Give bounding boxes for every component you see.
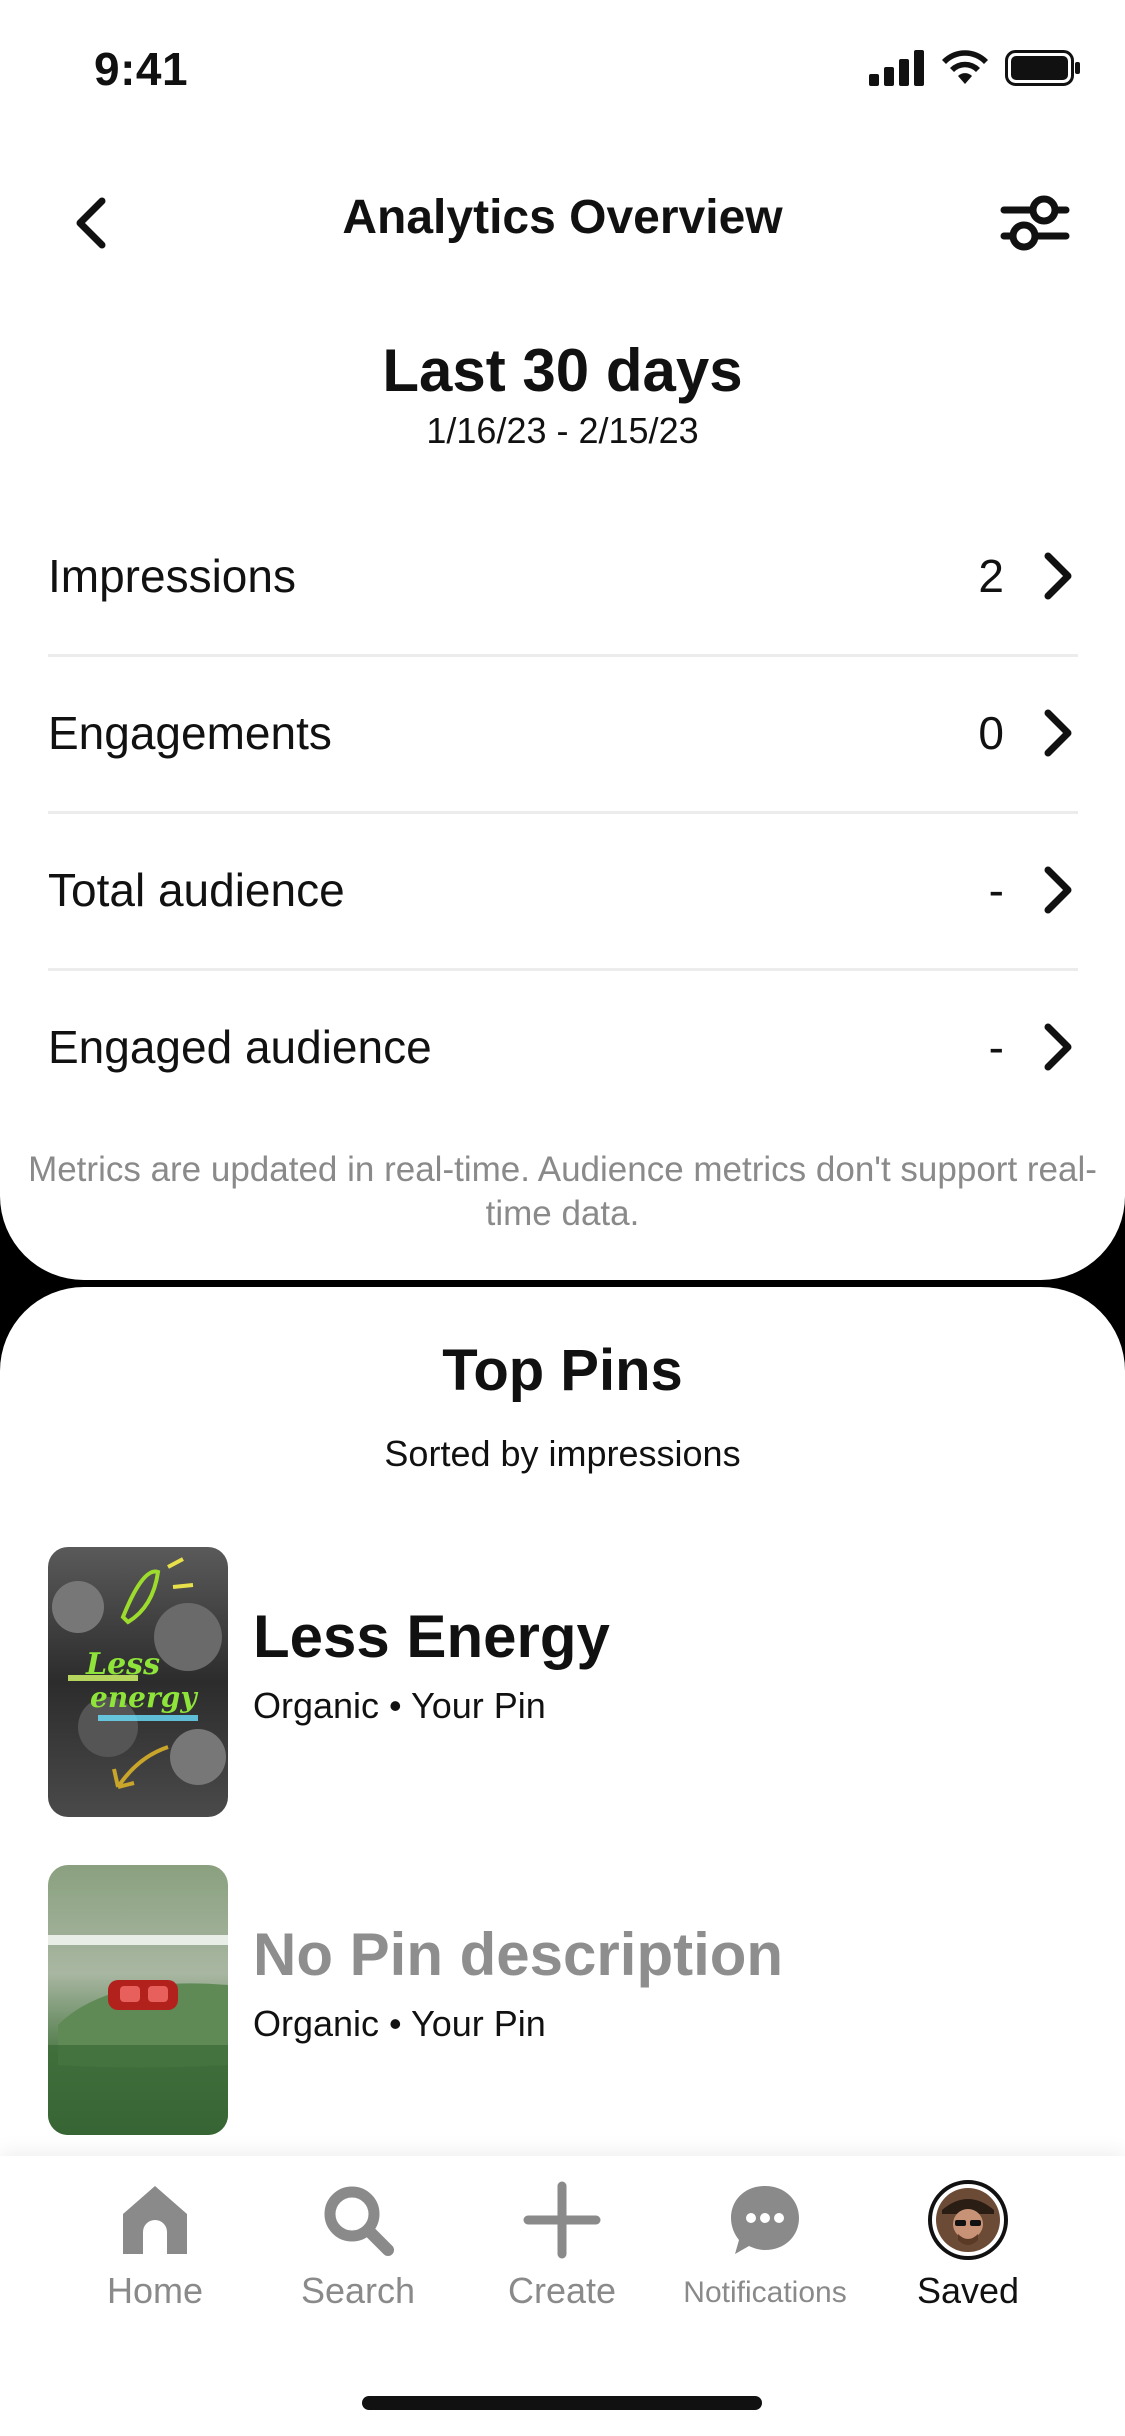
analytics-card: 9:41 Analytics Overview Last 30 days 1/1… — [0, 0, 1125, 1280]
pin-title: No Pin description — [253, 1921, 784, 1988]
date-range-title: Last 30 days — [382, 337, 743, 404]
section-subtitle: Sorted by impressions — [384, 1433, 741, 1474]
nav-create[interactable]: Create — [462, 2180, 662, 2312]
date-range-dates: 1/16/23 - 2/15/23 — [426, 410, 699, 451]
nav-label: Create — [507, 2270, 617, 2311]
home-icon — [123, 2186, 187, 2254]
thumb-text-less: Less — [86, 1647, 160, 1682]
status-time: 9:41 — [94, 43, 189, 95]
chevron-right-icon — [1044, 552, 1072, 600]
metric-row-total-audience[interactable]: Total audience - — [48, 812, 1078, 971]
metric-label: Impressions — [48, 550, 296, 602]
pin-item-less-energy[interactable]: Less energy Less Energy Organic • Your P… — [48, 1547, 1125, 1817]
status-bar: 9:41 — [0, 0, 1125, 140]
chevron-right-icon — [1044, 866, 1072, 914]
nav-search[interactable]: Search — [258, 2180, 458, 2312]
nav-notifications[interactable]: Notifications — [665, 2180, 865, 2310]
pin-item-no-description[interactable]: No Pin description Organic • Your Pin — [48, 1865, 1125, 2135]
thumb-text-energy: energy — [90, 1681, 197, 1714]
metric-value: - — [988, 864, 1004, 916]
metric-value: - — [988, 1021, 1004, 1073]
chevron-right-icon — [1044, 709, 1072, 757]
metric-row-engagements[interactable]: Engagements 0 — [48, 655, 1078, 814]
section-title: Top Pins — [442, 1338, 683, 1403]
home-indicator[interactable] — [362, 2396, 762, 2410]
nav-label: Home — [106, 2270, 204, 2311]
pin-meta: Organic • Your Pin — [253, 1685, 546, 1726]
metric-row-impressions[interactable]: Impressions 2 — [48, 498, 1078, 657]
avatar — [928, 2180, 1008, 2260]
nav-label: Notifications — [683, 2276, 847, 2309]
nav-label: Search — [300, 2270, 416, 2311]
pin-title: Less Energy — [253, 1603, 610, 1670]
chevron-right-icon — [1044, 1023, 1072, 1071]
pin-thumbnail — [48, 1865, 228, 2135]
pin-thumbnail: Less energy — [48, 1547, 228, 1817]
filter-sliders-icon[interactable] — [1000, 190, 1070, 256]
plus-icon — [523, 2181, 601, 2259]
status-icons — [869, 50, 1081, 86]
metrics-note: Metrics are updated in real-time. Audien… — [28, 1150, 1097, 1233]
page-title: Analytics Overview — [342, 191, 783, 244]
metric-label: Engagements — [48, 707, 332, 759]
pin-meta: Organic • Your Pin — [253, 2003, 546, 2044]
wifi-icon — [942, 50, 988, 84]
chat-icon — [731, 2186, 799, 2254]
signal-icon — [869, 50, 924, 86]
search-icon — [324, 2186, 394, 2256]
battery-icon — [1005, 50, 1080, 86]
metric-label: Total audience — [48, 864, 345, 916]
nav-home[interactable]: Home — [55, 2180, 255, 2312]
nav-saved[interactable]: Saved — [868, 2180, 1068, 2312]
metric-row-engaged-audience[interactable]: Engaged audience - — [48, 969, 1078, 1125]
metric-value: 0 — [978, 707, 1004, 759]
metric-value: 2 — [978, 550, 1004, 602]
metric-label: Engaged audience — [48, 1021, 432, 1073]
bottom-nav: Home Search Create Notifications Saved — [0, 2156, 1125, 2436]
nav-label: Saved — [916, 2270, 1020, 2311]
